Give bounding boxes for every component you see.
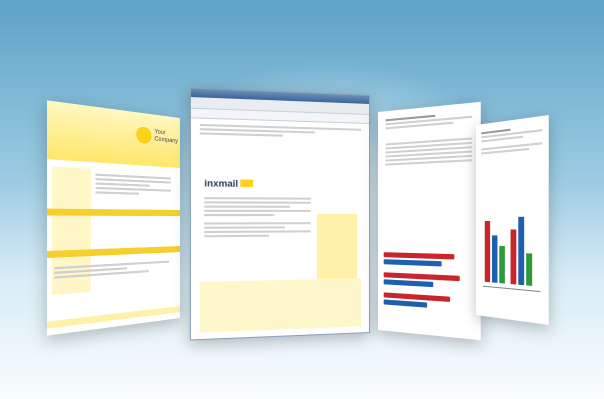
background: Your Company inxmail: [0, 0, 604, 399]
chart-bar: [518, 216, 525, 286]
newsletter-body: [95, 171, 172, 197]
app-logo: inxmail: [204, 178, 254, 189]
report-bar: [383, 299, 428, 308]
mail-footer-panel: [199, 278, 362, 333]
report-bar: [383, 252, 455, 260]
chart-bar: [499, 245, 505, 284]
chart-bar: [491, 235, 498, 283]
report-page: [378, 101, 481, 341]
mail-content: [204, 195, 311, 239]
company-name: Your Company: [154, 129, 178, 146]
chart-page: [476, 115, 549, 325]
chart-bar: [484, 221, 491, 283]
newsletter-page: Your Company: [47, 100, 180, 336]
newsletter-section-bar: [47, 208, 180, 216]
chart-axis: [482, 285, 541, 293]
report-bar: [383, 279, 434, 288]
app-logo-text: inxmail: [204, 178, 239, 189]
mail-sidebar-box: [316, 214, 358, 286]
report-bar: [383, 259, 442, 267]
report-table: [378, 130, 481, 172]
browser-window: inxmail: [189, 87, 370, 341]
chart-bar: [526, 253, 533, 286]
mail-preview-header: [191, 118, 369, 144]
chart-bar: [510, 229, 517, 285]
